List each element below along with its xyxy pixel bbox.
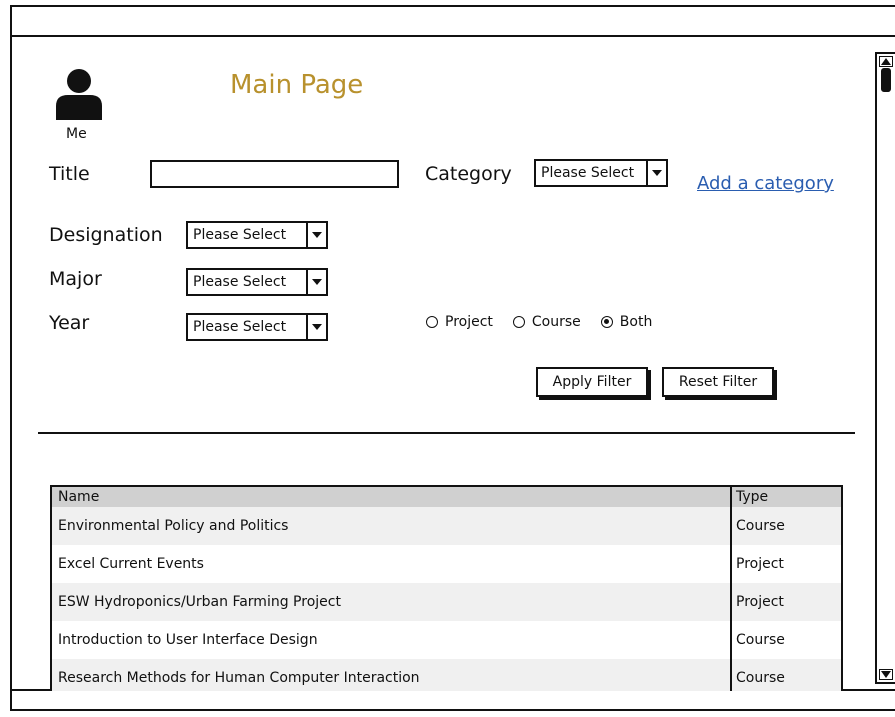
chevron-down-icon [646, 161, 666, 185]
row-type-cell: Course [730, 621, 841, 659]
page-title: Main Page [230, 70, 364, 100]
avatar-label: Me [66, 126, 87, 142]
radio-course-indicator [512, 316, 525, 328]
scroll-thumb[interactable] [881, 68, 891, 92]
category-select[interactable]: Please Select [534, 159, 668, 187]
user-avatar-icon[interactable] [54, 68, 104, 120]
results-table: Name Type Environmental Policy and Polit… [50, 485, 843, 691]
window-titlebar [10, 5, 895, 37]
major-select-value: Please Select [193, 274, 287, 290]
chevron-down-icon [306, 223, 326, 247]
section-divider [38, 432, 855, 434]
major-select[interactable]: Please Select [186, 268, 328, 296]
arrow-down-icon [881, 671, 891, 678]
row-name-cell: Environmental Policy and Politics [58, 518, 289, 534]
arrow-up-icon [881, 58, 891, 65]
row-type-cell: Project [730, 583, 841, 621]
row-type-cell: Course [730, 659, 841, 691]
row-name-cell: ESW Hydroponics/Urban Farming Project [58, 594, 341, 610]
table-header: Name Type [52, 487, 841, 507]
scroll-down-button[interactable] [879, 669, 893, 680]
radio-project-indicator [426, 316, 438, 328]
table-row[interactable]: Research Methods for Human Computer Inte… [52, 659, 841, 691]
row-name-cell: Introduction to User Interface Design [58, 632, 318, 648]
chevron-down-icon [306, 315, 326, 339]
radio-both-indicator [600, 316, 613, 328]
table-row[interactable]: Environmental Policy and Politics Course [52, 507, 841, 545]
chevron-down-icon [306, 270, 326, 294]
title-label: Title [49, 163, 90, 185]
apply-filter-button[interactable]: Apply Filter [536, 367, 648, 397]
designation-label: Designation [49, 224, 163, 246]
category-select-value: Please Select [541, 165, 635, 181]
year-select-value: Please Select [193, 319, 287, 335]
title-input[interactable] [150, 160, 399, 188]
year-select[interactable]: Please Select [186, 313, 328, 341]
radio-project[interactable]: Project [426, 314, 493, 330]
row-type-cell: Project [730, 545, 841, 583]
column-header-type[interactable]: Type [730, 487, 841, 507]
radio-course-label: Course [531, 314, 581, 330]
row-type-cell: Course [730, 507, 841, 545]
designation-select-value: Please Select [193, 227, 287, 243]
radio-both[interactable]: Both [600, 314, 653, 330]
year-label: Year [49, 312, 90, 334]
designation-select[interactable]: Please Select [186, 221, 328, 249]
category-label: Category [425, 163, 512, 185]
column-header-name[interactable]: Name [52, 489, 730, 505]
major-label: Major [49, 268, 102, 290]
radio-project-label: Project [445, 314, 493, 330]
radio-both-label: Both [619, 314, 653, 330]
row-name-cell: Excel Current Events [58, 556, 204, 572]
reset-filter-button[interactable]: Reset Filter [662, 367, 774, 397]
radio-course[interactable]: Course [512, 314, 581, 330]
add-category-link[interactable]: Add a category [697, 173, 834, 194]
table-row[interactable]: ESW Hydroponics/Urban Farming Project Pr… [52, 583, 841, 621]
table-row[interactable]: Excel Current Events Project [52, 545, 841, 583]
type-radio-group: Project Course Both [426, 314, 672, 330]
table-row[interactable]: Introduction to User Interface Design Co… [52, 621, 841, 659]
scroll-up-button[interactable] [879, 56, 893, 67]
row-name-cell: Research Methods for Human Computer Inte… [58, 670, 420, 686]
vertical-scrollbar[interactable] [875, 52, 895, 684]
